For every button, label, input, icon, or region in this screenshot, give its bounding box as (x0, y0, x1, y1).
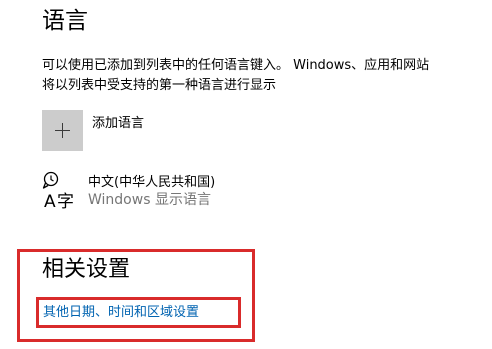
add-language-label: 添加语言 (92, 116, 145, 131)
svg-text:A: A (44, 192, 56, 212)
language-subtitle: Windows 显示语言 (88, 192, 211, 208)
svg-text:字: 字 (57, 192, 74, 212)
language-display-icon: A 字 (42, 170, 80, 212)
plus-icon[interactable] (42, 110, 83, 151)
date-time-region-link[interactable]: 其他日期、时间和区域设置 (43, 304, 199, 321)
language-item-zh-cn[interactable]: A 字 中文(中华人民共和国) Windows 显示语言 (42, 170, 215, 214)
language-heading: 语言 (42, 8, 88, 34)
description-line-2: 将以列表中受支持的第一种语言进行显示 (42, 78, 277, 93)
related-settings-heading: 相关设置 (42, 257, 131, 282)
add-language-button[interactable]: 添加语言 (42, 110, 144, 151)
language-name: 中文(中华人民共和国) (88, 175, 216, 190)
description-line-1: 可以使用已添加到列表中的任何语言键入。 Windows、应用和网站 (42, 58, 430, 73)
language-description: 可以使用已添加到列表中的任何语言键入。 Windows、应用和网站 将以列表中受… (42, 56, 492, 96)
